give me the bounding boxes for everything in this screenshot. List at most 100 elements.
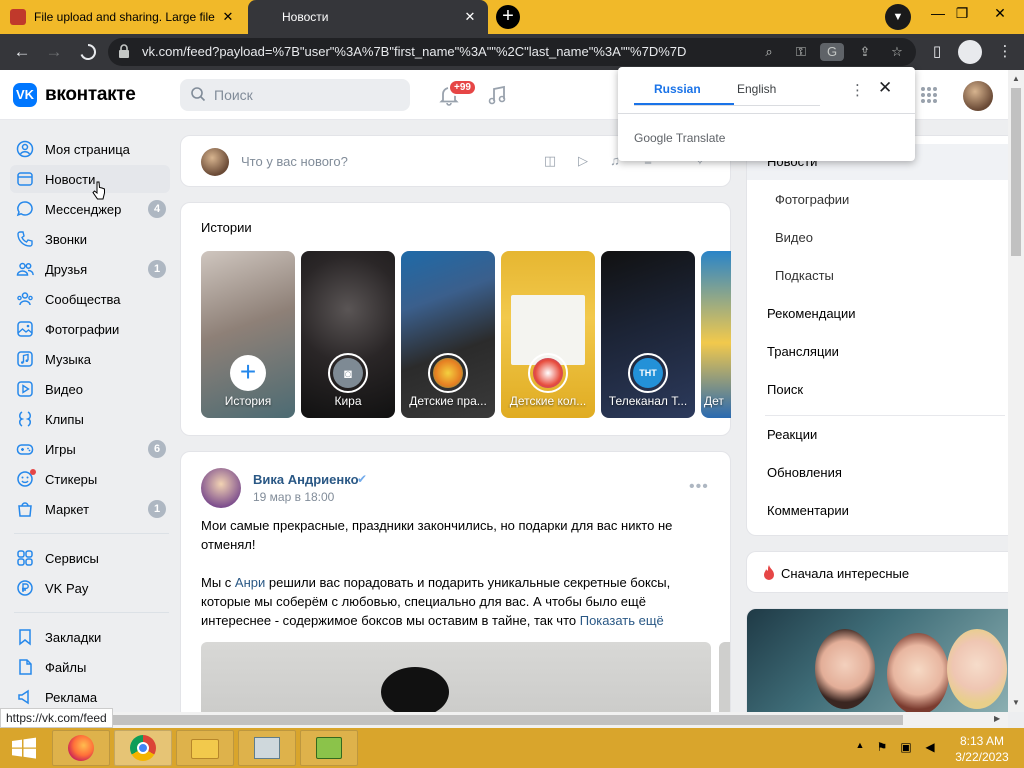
filter-item-podcasts[interactable]: Подкасты: [747, 258, 1009, 294]
share-icon[interactable]: ⇪: [856, 43, 874, 61]
camera-icon[interactable]: ◫: [541, 152, 559, 170]
close-tab-icon[interactable]: ✕: [220, 9, 236, 25]
nav-item-vk-pay[interactable]: VK Pay: [10, 574, 170, 602]
network-icon[interactable]: ▣: [898, 740, 914, 756]
user-avatar[interactable]: [963, 81, 993, 111]
close-icon[interactable]: ✕: [878, 78, 892, 98]
post-author-avatar[interactable]: [201, 468, 241, 508]
filter-item-photos[interactable]: Фотографии: [747, 182, 1009, 218]
loading-spinner-icon[interactable]: [76, 41, 100, 63]
new-post-placeholder[interactable]: Что у вас нового?: [241, 154, 348, 169]
translate-options-icon[interactable]: ⋮: [850, 81, 865, 99]
vk-logo-text[interactable]: вконтакте: [45, 84, 136, 106]
url-text[interactable]: vk.com/feed?payload=%7B"user"%3A%7B"firs…: [142, 44, 686, 59]
story-name: Телеканал Т...: [608, 394, 688, 408]
menu-icon[interactable]: ⋮: [994, 41, 1016, 63]
nav-item-calls[interactable]: Звонки: [10, 225, 170, 253]
add-story-icon[interactable]: +: [230, 355, 266, 391]
filter-item-search[interactable]: Поиск: [747, 372, 1009, 408]
filter-item-comments[interactable]: Комментарии: [747, 493, 1009, 529]
scroll-down-icon[interactable]: ▼: [1012, 698, 1020, 707]
apps-grid-icon[interactable]: [920, 86, 938, 104]
restore-button[interactable]: ❐: [946, 2, 978, 26]
key-icon[interactable]: ⚿: [792, 43, 810, 61]
search-icon[interactable]: ⌕: [760, 43, 778, 61]
close-window-button[interactable]: ✕: [984, 2, 1016, 26]
show-more-link[interactable]: Показать ещё: [580, 613, 664, 628]
tray-expand-icon[interactable]: ▲: [852, 740, 868, 756]
forward-button[interactable]: →: [42, 41, 66, 63]
filter-item-video[interactable]: Видео: [747, 220, 1009, 256]
close-tab-icon[interactable]: ✕: [462, 9, 478, 25]
scrollbar-thumb[interactable]: [1011, 88, 1021, 256]
translate-tab-english[interactable]: English: [737, 82, 776, 96]
post-author-name[interactable]: Вика Андриенко: [253, 472, 359, 487]
story-card[interactable]: ТНТ Телеканал Т...: [601, 251, 695, 418]
video-play-icon[interactable]: ▷: [574, 152, 592, 170]
nav-item-communities[interactable]: Сообщества: [10, 285, 170, 313]
filter-item-reactions[interactable]: Реакции: [747, 417, 1009, 453]
tab-search-button[interactable]: ▼: [885, 4, 911, 30]
mention-link[interactable]: Анри: [235, 575, 265, 590]
story-card[interactable]: ◙ Кира: [301, 251, 395, 418]
story-card[interactable]: + История: [201, 251, 295, 418]
nav-item-clips[interactable]: Клипы: [10, 405, 170, 433]
nav-item-ads[interactable]: Реклама: [10, 683, 170, 711]
nav-item-friends[interactable]: Друзья 1: [10, 255, 170, 283]
story-card[interactable]: Дет: [701, 251, 731, 418]
google-translate-brand: Google Translate: [634, 131, 726, 145]
character-face: [815, 629, 875, 709]
address-bar[interactable]: vk.com/feed?payload=%7B"user"%3A%7B"firs…: [108, 38, 916, 66]
taskbar-firefox-icon[interactable]: [52, 730, 110, 766]
user-icon: [14, 138, 36, 160]
volume-muted-icon[interactable]: ◀: [922, 740, 938, 756]
horizontal-scrollbar[interactable]: ▶: [0, 712, 1008, 728]
post-options-icon[interactable]: •••: [689, 478, 709, 496]
scroll-up-icon[interactable]: ▲: [1012, 74, 1020, 83]
taskbar-chrome-icon[interactable]: [114, 730, 172, 766]
system-clock[interactable]: 8:13 AM 3/22/2023: [944, 733, 1020, 765]
post-date[interactable]: 19 мар в 18:00: [253, 490, 334, 504]
post-photo[interactable]: [201, 642, 711, 720]
vertical-scrollbar[interactable]: ▲ ▼: [1008, 70, 1024, 712]
ad-banner-image[interactable]: [746, 608, 1008, 723]
back-button[interactable]: ←: [10, 41, 34, 63]
scrollbar-thumb[interactable]: [18, 715, 903, 725]
profile-avatar-icon[interactable]: [958, 40, 982, 64]
taskbar-explorer-icon[interactable]: [176, 730, 234, 766]
nav-item-news[interactable]: Новости: [10, 165, 170, 193]
nav-item-bookmarks[interactable]: Закладки: [10, 623, 170, 651]
nav-item-messenger[interactable]: Мессенджер 4: [10, 195, 170, 223]
filter-item-recommendations[interactable]: Рекомендации: [747, 296, 1009, 332]
new-tab-button[interactable]: +: [496, 5, 520, 29]
nav-item-video[interactable]: Видео: [10, 375, 170, 403]
nav-label: Видео: [45, 381, 83, 397]
filter-item-broadcasts[interactable]: Трансляции: [747, 334, 1009, 370]
story-card[interactable]: Детские кол...: [501, 251, 595, 418]
sort-interesting-toggle[interactable]: Сначала интересные: [746, 551, 1008, 593]
taskbar-monitor-icon[interactable]: [238, 730, 296, 766]
browser-tab-news[interactable]: Новости ✕: [248, 0, 488, 34]
scroll-right-icon[interactable]: ▶: [994, 714, 1000, 723]
side-panel-icon[interactable]: ▯: [926, 41, 948, 63]
nav-item-stickers[interactable]: Стикеры: [10, 465, 170, 493]
nav-item-games[interactable]: Игры 6: [10, 435, 170, 463]
windows-start-icon[interactable]: [0, 728, 48, 768]
browser-tab-file-upload[interactable]: File upload and sharing. Large file ✕: [0, 0, 246, 34]
nav-item-files[interactable]: Файлы: [10, 653, 170, 681]
translate-icon[interactable]: G: [820, 43, 844, 61]
story-card[interactable]: Детские пра...: [401, 251, 495, 418]
taskbar-downloader-icon[interactable]: [300, 730, 358, 766]
post-photo[interactable]: [719, 642, 730, 720]
nav-item-photos[interactable]: Фотографии: [10, 315, 170, 343]
nav-item-services[interactable]: Сервисы: [10, 544, 170, 572]
translate-tab-russian[interactable]: Russian: [654, 82, 701, 96]
flag-icon[interactable]: ⚑: [874, 740, 890, 756]
bookmark-star-icon[interactable]: ☆: [888, 43, 906, 61]
vk-logo-icon[interactable]: VK: [13, 83, 37, 107]
nav-item-my-page[interactable]: Моя страница: [10, 135, 170, 163]
filter-item-updates[interactable]: Обновления: [747, 455, 1009, 491]
nav-item-market[interactable]: Маркет 1: [10, 495, 170, 523]
nav-item-music[interactable]: Музыка: [10, 345, 170, 373]
music-icon[interactable]: [486, 84, 508, 106]
